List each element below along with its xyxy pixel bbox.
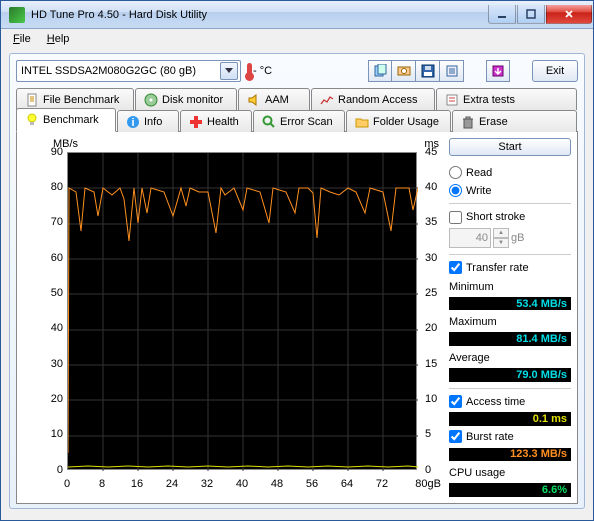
- tab-benchmark[interactable]: Benchmark: [16, 108, 116, 132]
- app-window: HD Tune Pro 4.50 - Hard Disk Utility Fil…: [0, 0, 594, 521]
- max-value: 81.4 MB/s: [449, 332, 571, 346]
- exit-button[interactable]: Exit: [532, 60, 578, 82]
- start-button[interactable]: Start: [449, 138, 571, 156]
- app-icon: [9, 7, 25, 23]
- benchmark-chart: MB/s ms 90 80 70 60 5: [23, 138, 443, 498]
- page-icon: [25, 93, 39, 107]
- tab-row-primary: Benchmark iInfo Health Error Scan Folder…: [16, 110, 578, 132]
- close-button[interactable]: [546, 5, 592, 24]
- bulb-icon: [25, 113, 39, 127]
- x-unit: 80gB: [415, 478, 441, 490]
- thermometer-icon: [247, 63, 252, 79]
- menu-help[interactable]: Help: [39, 31, 78, 47]
- min-label: Minimum: [449, 281, 571, 293]
- toolbar: INTEL SSDSA2M080G2GC (80 gB) - °C Exit: [16, 60, 578, 82]
- info-icon: i: [126, 115, 140, 129]
- scan-icon: [262, 115, 276, 129]
- write-radio[interactable]: Write: [449, 184, 571, 198]
- menubar: File Help: [1, 29, 593, 49]
- min-value: 53.4 MB/s: [449, 297, 571, 311]
- plot-area: [67, 152, 417, 470]
- tab-disk-monitor[interactable]: Disk monitor: [135, 88, 237, 110]
- max-label: Maximum: [449, 316, 571, 328]
- tab-row-secondary: File Benchmark Disk monitor AAM Random A…: [16, 88, 578, 110]
- short-stroke-check[interactable]: Short stroke: [449, 210, 571, 224]
- extra-tests-icon: [445, 93, 459, 107]
- tab-folder-usage[interactable]: Folder Usage: [346, 110, 451, 132]
- transfer-rate-check[interactable]: Transfer rate: [449, 261, 571, 275]
- tab-extra-tests[interactable]: Extra tests: [436, 88, 577, 110]
- step-up-icon: ▲: [493, 228, 509, 238]
- cpu-value: 6.6%: [449, 483, 571, 497]
- svg-text:i: i: [131, 117, 134, 129]
- load-button[interactable]: [486, 60, 510, 82]
- short-stroke-stepper[interactable]: 40: [449, 228, 491, 248]
- titlebar[interactable]: HD Tune Pro 4.50 - Hard Disk Utility: [1, 1, 593, 29]
- access-time-check[interactable]: Access time: [449, 395, 571, 409]
- temperature-readout: - °C: [247, 63, 272, 79]
- save-button[interactable]: [416, 60, 440, 82]
- disk-monitor-icon: [144, 93, 158, 107]
- copy-info-button[interactable]: [368, 60, 392, 82]
- screenshot-button[interactable]: [392, 60, 416, 82]
- folder-icon: [355, 115, 369, 129]
- avg-label: Average: [449, 352, 571, 364]
- menu-file[interactable]: File: [5, 31, 39, 47]
- short-stroke-value: 40 ▲▼ gB: [449, 228, 571, 248]
- avg-value: 79.0 MB/s: [449, 368, 571, 382]
- speaker-icon: [247, 93, 261, 107]
- drive-name: INTEL SSDSA2M080G2GC (80 gB): [21, 65, 220, 77]
- minimize-button[interactable]: [488, 5, 516, 24]
- side-panel: Start Read Write Short stroke 40 ▲▼ gB T…: [449, 138, 571, 497]
- cpu-label: CPU usage: [449, 467, 571, 479]
- access-time-value: 0.1 ms: [449, 412, 571, 426]
- burst-rate-value: 123.3 MB/s: [449, 448, 571, 462]
- erase-icon: [461, 115, 475, 129]
- tab-content: MB/s ms 90 80 70 60 5: [16, 131, 578, 504]
- tab-random-access[interactable]: Random Access: [311, 88, 435, 110]
- read-radio[interactable]: Read: [449, 166, 571, 180]
- tab-info[interactable]: iInfo: [117, 110, 179, 132]
- health-icon: [189, 115, 203, 129]
- window-title: HD Tune Pro 4.50 - Hard Disk Utility: [31, 9, 487, 21]
- tab-error-scan[interactable]: Error Scan: [253, 110, 345, 132]
- tab-file-benchmark[interactable]: File Benchmark: [16, 88, 134, 110]
- maximize-button[interactable]: [517, 5, 545, 24]
- main-frame: INTEL SSDSA2M080G2GC (80 gB) - °C Exit: [9, 53, 585, 509]
- random-access-icon: [320, 93, 334, 107]
- burst-rate-check[interactable]: Burst rate: [449, 430, 571, 444]
- tab-aam[interactable]: AAM: [238, 88, 310, 110]
- drive-select[interactable]: INTEL SSDSA2M080G2GC (80 gB): [16, 60, 241, 82]
- tab-health[interactable]: Health: [180, 110, 252, 132]
- tab-erase[interactable]: Erase: [452, 110, 577, 132]
- options-button[interactable]: [440, 60, 464, 82]
- step-down-icon: ▼: [493, 238, 509, 248]
- drive-dropdown-icon[interactable]: [220, 62, 238, 80]
